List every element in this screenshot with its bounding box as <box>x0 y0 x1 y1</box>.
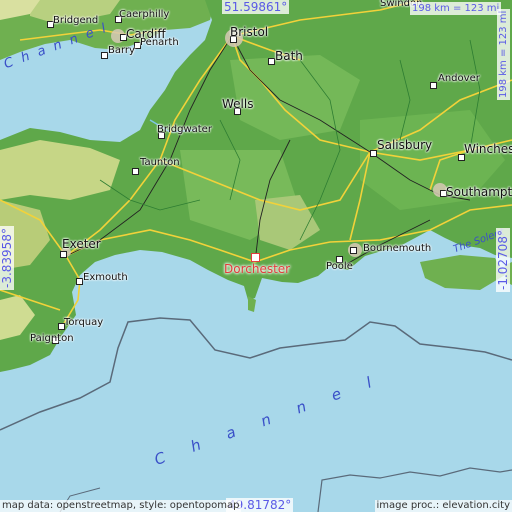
town-label-winchester: Winchester <box>464 142 512 156</box>
town-label-bristol: Bristol <box>230 25 269 39</box>
town-label-bridgend: Bridgend <box>53 15 99 26</box>
town-label-bournemouth: Bournemouth <box>363 243 432 254</box>
town-label-barry: Barry <box>108 45 135 56</box>
town-marker-exmouth <box>76 278 83 285</box>
town-label-bath: Bath <box>275 49 303 63</box>
town-label-penarth: Penarth <box>140 37 179 48</box>
east-longitude-label: -1.02708° <box>496 228 510 292</box>
town-marker-exeter <box>60 251 67 258</box>
town-label-exmouth: Exmouth <box>83 272 128 283</box>
town-label-caerphilly: Caerphilly <box>119 9 170 20</box>
vertical-scale: 198 km = 123 mi <box>497 8 510 100</box>
town-marker-barry <box>101 52 108 59</box>
town-marker-salisbury <box>370 150 377 157</box>
town-marker-taunton <box>132 168 139 175</box>
dorchester-marker <box>251 253 260 262</box>
town-label-wells: Wells <box>222 97 254 111</box>
map-data-credit: map data: openstreetmap, style: opentopo… <box>0 500 242 512</box>
town-label-bridgwater: Bridgwater <box>157 124 212 135</box>
north-latitude-label: 51.59861° <box>222 0 290 14</box>
town-label-southampton: Southampton <box>446 185 512 199</box>
town-label-poole: Poole <box>326 261 353 272</box>
horizontal-scale: 198 km = 123 mi <box>410 2 502 15</box>
town-label-paignton: Paignton <box>30 333 74 344</box>
town-label-taunton: Taunton <box>140 157 180 168</box>
town-label-salisbury: Salisbury <box>377 138 433 152</box>
town-label-andover: Andover <box>438 73 480 84</box>
town-label-exeter: Exeter <box>62 237 101 251</box>
west-longitude-label: -3.83958° <box>0 226 14 290</box>
image-processing-credit: image proc.: elevation.city <box>374 500 512 512</box>
dorchester-label: Dorchester <box>224 262 291 276</box>
town-marker-andover <box>430 82 437 89</box>
map-view[interactable]: Channel Channel The Solent Bridgend Caer… <box>0 0 512 512</box>
town-marker-bath <box>268 58 275 65</box>
town-marker-bournemouth <box>350 247 357 254</box>
town-label-torquay: Torquay <box>64 317 104 328</box>
